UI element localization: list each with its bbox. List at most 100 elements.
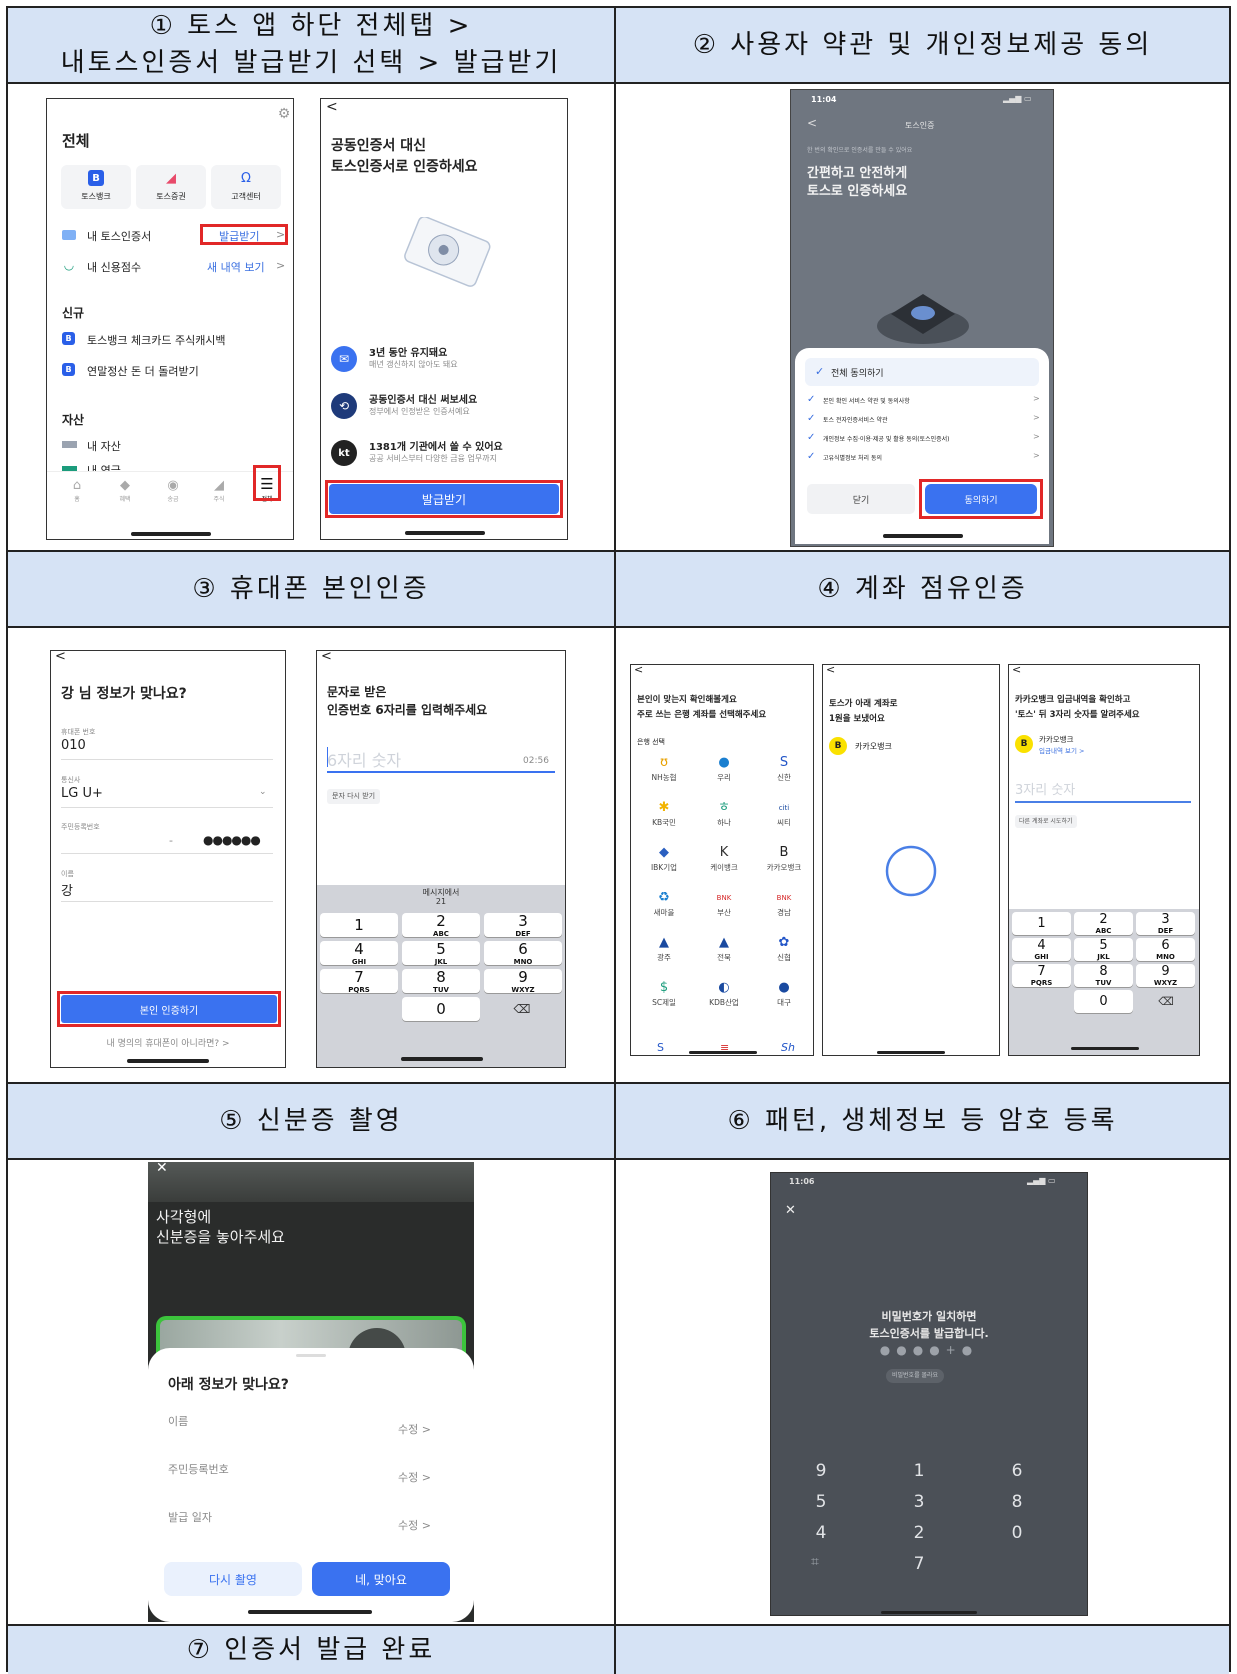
face-id-icon[interactable]: ⌗ <box>811 1554 819 1570</box>
key-3[interactable]: 3 DEF <box>1136 912 1195 935</box>
key-2[interactable]: 2 ABC <box>1074 912 1133 935</box>
bank-option[interactable]: ● 대구 <box>755 974 813 1016</box>
key-4[interactable]: 4 GHI <box>320 940 398 966</box>
gear-icon[interactable]: ⚙ <box>277 106 291 122</box>
pin-key[interactable]: 5 <box>801 1492 841 1512</box>
pin-key[interactable]: 6 <box>997 1461 1037 1481</box>
not-my-phone-link[interactable]: 내 명의의 휴대폰이 아니라면? > <box>51 1036 285 1049</box>
home-icon[interactable]: ⌂ <box>69 478 85 493</box>
key-9[interactable]: 9 WXYZ <box>484 968 562 994</box>
bank-option[interactable]: citi 씨티 <box>755 794 813 836</box>
pin-key[interactable]: 4 <box>801 1523 841 1543</box>
edit-link[interactable]: 수정 > <box>398 1421 431 1437</box>
app-customer-center[interactable]: Ω 고객센터 <box>211 165 281 209</box>
key-5[interactable]: 5 JKL <box>402 940 480 966</box>
backspace-icon[interactable]: ⌫ <box>1151 993 1181 1009</box>
key-0[interactable]: 0 <box>402 997 480 1021</box>
terms-item[interactable]: 고유식별정보 처리 동의 <box>823 453 882 462</box>
row-credit-action[interactable]: 새 내역 보기 <box>207 259 265 275</box>
key-7[interactable]: 7 PQRS <box>1012 964 1071 987</box>
close-icon[interactable]: ✕ <box>156 1162 168 1176</box>
pin-key[interactable]: 0 <box>997 1523 1037 1543</box>
bank-name: 전북 <box>717 953 731 962</box>
key-4[interactable]: 4 GHI <box>1012 938 1071 961</box>
pin-key[interactable]: 7 <box>899 1554 939 1574</box>
pin-key[interactable]: 2 <box>899 1523 939 1543</box>
bank-option[interactable]: ✱ KB국민 <box>635 794 693 836</box>
bank-option[interactable]: BNK 경남 <box>755 884 813 926</box>
confirm-button[interactable]: 네, 맞아요 <box>312 1562 450 1596</box>
back-icon[interactable]: < <box>1012 665 1021 676</box>
back-icon[interactable]: < <box>326 99 338 115</box>
key-0[interactable]: 0 <box>1074 990 1133 1013</box>
pin-key[interactable]: 8 <box>997 1492 1037 1512</box>
gift-icon[interactable]: ◆ <box>117 478 133 493</box>
carrier-select[interactable]: LG U+ <box>61 786 103 801</box>
key-6[interactable]: 6 MNO <box>1136 938 1195 961</box>
key-8[interactable]: 8 TUV <box>1074 964 1133 987</box>
bank-option[interactable]: ㅎ 하나 <box>695 794 753 836</box>
back-icon[interactable]: < <box>807 116 817 130</box>
backspace-icon[interactable]: ⌫ <box>507 1001 537 1017</box>
key-7[interactable]: 7 PQRS <box>320 968 398 994</box>
terms-item[interactable]: 토스 전자인증서비스 약관 <box>823 415 888 424</box>
phone-input[interactable]: 010 <box>61 738 86 753</box>
new-item[interactable]: 토스뱅크 체크카드 주식캐시백 <box>87 332 226 348</box>
retry-button[interactable]: 다른 계좌로 시도하기 <box>1015 815 1077 828</box>
bank-option[interactable]: ▲ 광주 <box>635 929 693 971</box>
forgot-password-button[interactable]: 비밀번호를 몰라요 <box>886 1369 945 1383</box>
retake-button[interactable]: 다시 촬영 <box>164 1562 302 1596</box>
stocks-icon[interactable]: ◢ <box>211 478 227 493</box>
new-item[interactable]: 연말정산 돈 더 돌려받기 <box>87 363 199 379</box>
rrn-input[interactable]: ●●●●●● <box>203 833 261 847</box>
close-icon[interactable]: ✕ <box>785 1203 796 1218</box>
sms-autofill-code[interactable]: 21 <box>317 897 565 906</box>
bank-option[interactable]: $ SC제일 <box>635 974 693 1016</box>
key-6[interactable]: 6 MNO <box>484 940 562 966</box>
asset-item[interactable]: 내 자산 <box>87 438 121 454</box>
bank-option[interactable]: B 카카오뱅크 <box>755 839 813 881</box>
key-1[interactable]: 1 <box>1012 912 1071 935</box>
key-2[interactable]: 2 ABC <box>402 912 480 938</box>
bank-option[interactable]: BNK 부산 <box>695 884 753 926</box>
resend-button[interactable]: 문자 다시 받기 <box>327 789 381 804</box>
key-3[interactable]: 3 DEF <box>484 912 562 938</box>
transfer-icon[interactable]: ◉ <box>165 478 181 493</box>
code-input[interactable]: 6자리 숫자 <box>327 747 401 771</box>
name-input[interactable]: 강 <box>61 880 73 899</box>
back-icon[interactable]: < <box>55 651 66 664</box>
tab-label: 송금 <box>167 496 179 503</box>
key-1[interactable]: 1 <box>320 913 398 937</box>
back-icon[interactable]: < <box>826 665 835 676</box>
code-input[interactable]: 3자리 숫자 <box>1015 779 1075 798</box>
bank-option[interactable]: ʊ NH농협 <box>635 749 693 791</box>
terms-item[interactable]: 본인 확인 서비스 약관 및 동의사항 <box>823 396 910 405</box>
bank-option[interactable]: ✿ 신협 <box>755 929 813 971</box>
edit-link[interactable]: 수정 > <box>398 1517 431 1533</box>
pin-key[interactable]: 9 <box>801 1461 841 1481</box>
app-tosssecurities[interactable]: ◢ 토스증권 <box>136 165 206 209</box>
pin-key[interactable]: 3 <box>899 1492 939 1512</box>
bank-option[interactable]: ▲ 전북 <box>695 929 753 971</box>
bank-option[interactable]: K 케이뱅크 <box>695 839 753 881</box>
back-icon[interactable]: < <box>634 665 643 676</box>
terms-item[interactable]: 개인정보 수집·이용·제공 및 활용 동의(토스인증서) <box>823 434 950 443</box>
bank-option[interactable]: ● 우리 <box>695 749 753 791</box>
key-5[interactable]: 5 JKL <box>1074 938 1133 961</box>
bank-option[interactable]: ♻ 새마을 <box>635 884 693 926</box>
deposit-history-link[interactable]: 입금내역 보기 > <box>1039 745 1084 755</box>
bank-option[interactable]: ◆ IBK기업 <box>635 839 693 881</box>
app-tossbank[interactable]: B 토스뱅크 <box>61 165 131 209</box>
key-9[interactable]: 9 WXYZ <box>1136 964 1195 987</box>
pin-key[interactable]: 1 <box>899 1461 939 1481</box>
bank-option[interactable]: ◐ KDB산업 <box>695 974 753 1016</box>
edit-link[interactable]: 수정 > <box>398 1469 431 1485</box>
step1-line1: ① 토스 앱 하단 전체탭 > <box>149 11 473 42</box>
close-button[interactable]: 닫기 <box>807 484 915 514</box>
key-8[interactable]: 8 TUV <box>402 968 480 994</box>
field-label: 이름 <box>168 1415 189 1428</box>
bank-option[interactable]: S 신한 <box>755 749 813 791</box>
s2-headline2: 토스로 인증하세요 <box>807 184 908 199</box>
agree-all-box[interactable]: ✓ 전체 동의하기 <box>805 358 1039 386</box>
back-icon[interactable]: < <box>321 651 332 664</box>
